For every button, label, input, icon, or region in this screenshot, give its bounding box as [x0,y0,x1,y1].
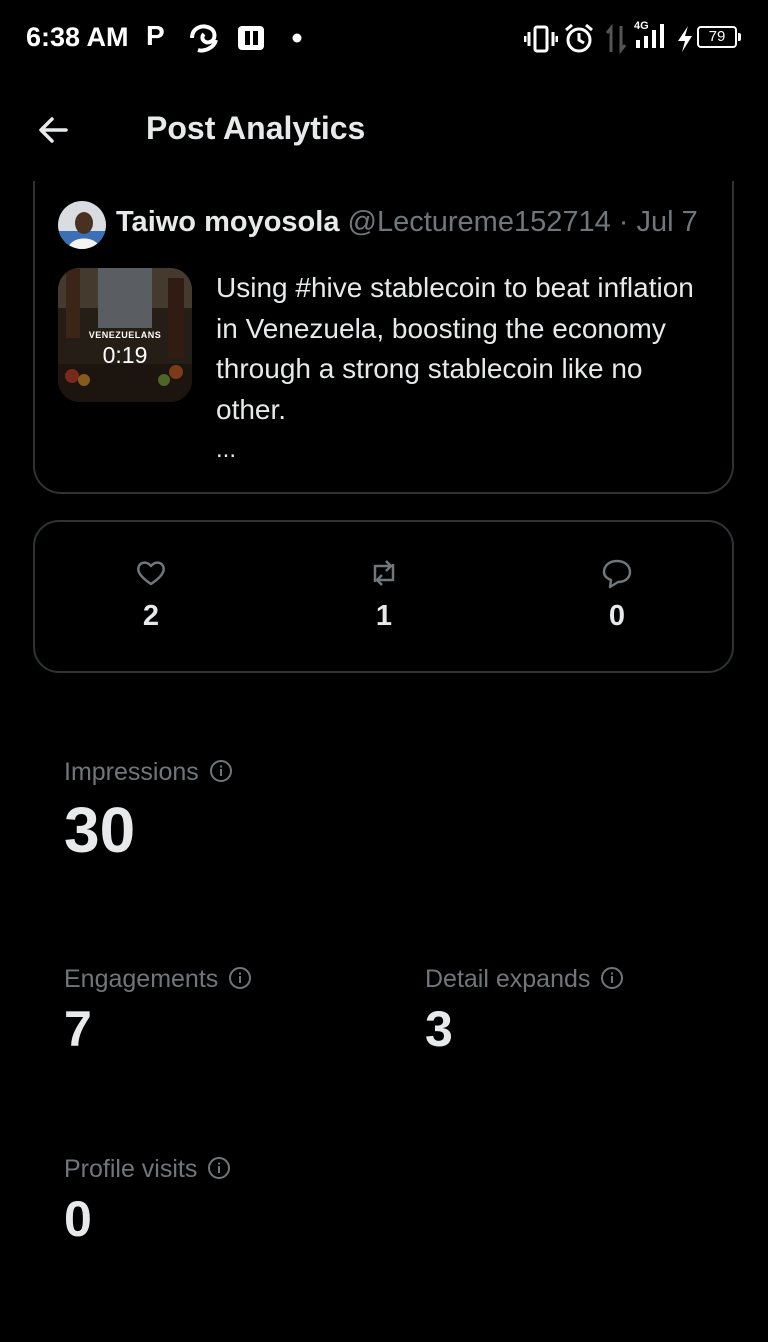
detail-expands-label-text: Detail expands [425,965,591,993]
post-more-ellipsis: ... [216,436,237,463]
likes-count: 2 [142,600,160,632]
profile-visits-label: Profile visits [64,1155,231,1184]
p-app-icon: P [146,20,165,51]
status-bar: 6:38 AM P 4G 79 [0,0,768,76]
info-icon[interactable] [207,1156,231,1180]
info-icon[interactable] [228,966,252,990]
reposts-stat: 1 [344,556,424,633]
vibrate-icon [524,25,558,53]
likes-stat: 2 [111,556,191,633]
info-icon[interactable] [600,966,624,990]
impressions-value: 30 [64,794,136,866]
engagements-label-text: Engagements [64,965,219,993]
svg-text:4G: 4G [634,20,649,32]
heart-icon [137,561,165,586]
author-name[interactable]: Taiwo moyosola [116,206,339,238]
post-text[interactable]: Using #hive stablecoin to beat inflation… [216,268,716,430]
post-author-line: Taiwo moyosola @Lectureme152714 · Jul 7 [116,206,698,239]
back-arrow-icon[interactable] [34,112,74,148]
notification-dot-icon [292,33,302,43]
info-icon[interactable] [209,759,233,783]
profile-visits-label-text: Profile visits [64,1155,198,1183]
detail-expands-label: Detail expands [425,965,624,994]
replies-stat: 0 [577,556,657,633]
battery-icon: 79 [697,26,741,48]
pd-app-icon [238,26,264,50]
video-caption: VENEZUELANS [88,330,162,340]
signal-4g-icon: 4G [634,20,664,48]
engagements-value: 7 [64,1001,92,1057]
engagements-label: Engagements [64,965,252,994]
avatar[interactable] [58,201,106,249]
profile-visits-value: 0 [64,1191,92,1247]
alarm-icon [565,23,593,53]
reply-bubble-icon [602,559,632,589]
status-time: 6:38 AM [26,22,129,52]
charging-bolt-icon [678,26,692,52]
repost-icon [373,560,395,586]
video-thumbnail[interactable]: VENEZUELANS 0:19 [58,268,192,402]
author-handle[interactable]: @Lectureme152714 [348,206,611,238]
data-arrows-icon [605,23,627,55]
swirl-app-icon [190,24,218,53]
battery-level: 79 [708,28,726,45]
video-duration: 0:19 [102,342,148,368]
impressions-label: Impressions [64,758,233,787]
reposts-count: 1 [375,600,393,632]
post-date: Jul 7 [636,206,698,238]
detail-expands-value: 3 [425,1001,453,1057]
page-title: Post Analytics [146,110,366,146]
replies-count: 0 [608,600,626,632]
impressions-label-text: Impressions [64,758,199,786]
date-separator: · [610,206,637,238]
